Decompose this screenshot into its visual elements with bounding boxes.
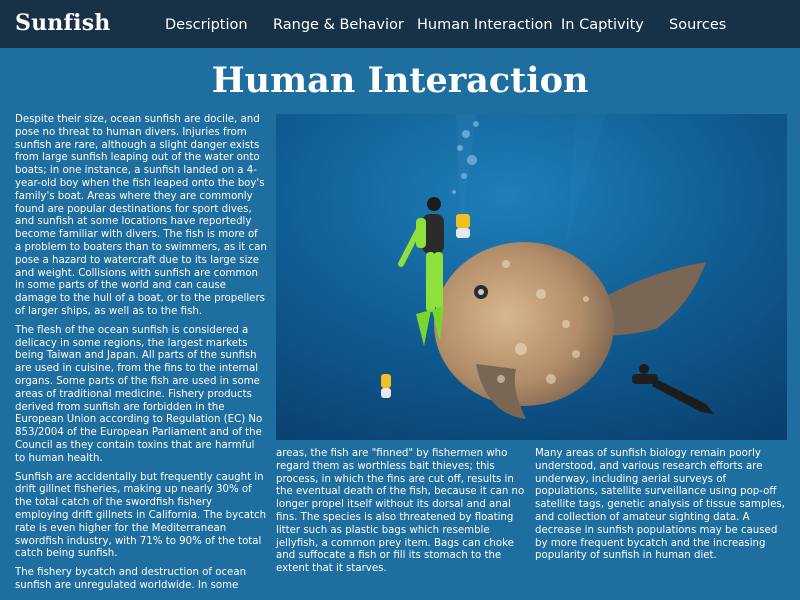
paragraph-regulation-start: The fishery bycatch and destruction of o… — [15, 567, 247, 591]
nav-item-human-interaction[interactable]: Human Interaction — [417, 17, 553, 33]
ocean-sunfish-with-divers-photo-icon — [276, 114, 787, 440]
site-logo[interactable]: Sunfish — [15, 10, 110, 36]
article-left-column: Despite their size, ocean sunfish are do… — [15, 114, 267, 599]
paragraph-finning: areas, the fish are "finned" by fisherme… — [276, 448, 525, 575]
article-right-column: Many areas of sunfish biology remain poo… — [535, 448, 787, 569]
paragraph-bycatch: Sunfish are accidentally but frequently … — [15, 471, 267, 560]
nav-item-sources[interactable]: Sources — [669, 17, 726, 33]
page-title: Human Interaction — [211, 60, 589, 101]
nav-item-range-behavior[interactable]: Range & Behavior — [273, 17, 404, 33]
paragraph-research: Many areas of sunfish biology remain poo… — [535, 448, 785, 562]
paragraph-cuisine: The flesh of the ocean sunfish is consid… — [15, 324, 263, 464]
nav-item-in-captivity[interactable]: In Captivity — [561, 17, 644, 33]
top-navigation-bar: Sunfish Description Range & Behavior Hum… — [0, 0, 800, 48]
sunfish-divers-photo — [276, 114, 787, 440]
article-middle-column: areas, the fish are "finned" by fisherme… — [276, 448, 530, 582]
paragraph-diver-safety: Despite their size, ocean sunfish are do… — [15, 114, 267, 317]
nav-item-description[interactable]: Description — [165, 17, 248, 33]
